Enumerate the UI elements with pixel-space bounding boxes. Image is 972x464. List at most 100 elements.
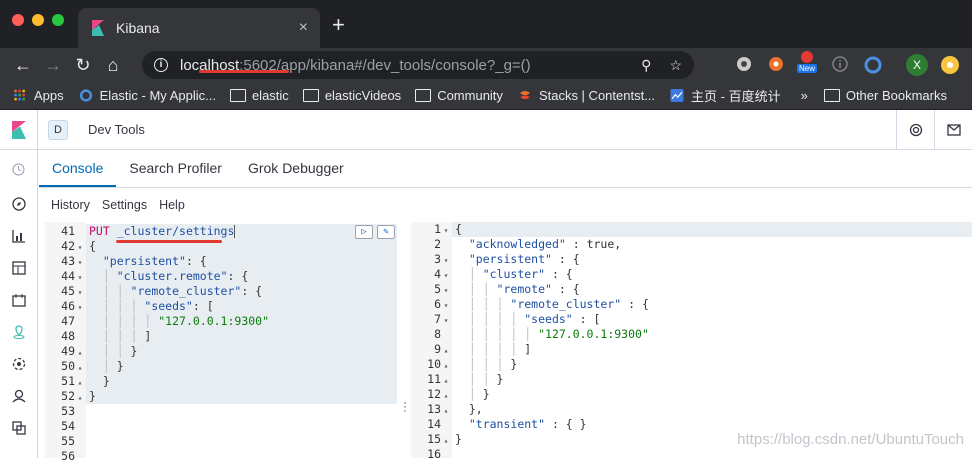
extension-ring-icon[interactable] bbox=[864, 56, 882, 74]
fold-toggle-icon[interactable]: ▴ bbox=[75, 360, 85, 375]
bookmark-star-icon[interactable]: ☆ bbox=[669, 57, 682, 74]
kibana-home-logo[interactable] bbox=[0, 109, 38, 150]
new-tab-button[interactable]: + bbox=[332, 12, 345, 38]
fold-toggle-icon[interactable]: ▾ bbox=[441, 298, 451, 313]
help-link[interactable]: Help bbox=[159, 198, 185, 212]
line-number: 41 bbox=[61, 224, 75, 238]
fold-toggle-icon[interactable]: ▴ bbox=[75, 390, 85, 405]
recently-viewed-clock-icon[interactable] bbox=[0, 150, 37, 188]
history-link[interactable]: History bbox=[51, 198, 90, 212]
code-token: "seeds" bbox=[144, 299, 193, 313]
code-token: : bbox=[565, 237, 587, 251]
extension-smiley-icon[interactable] bbox=[940, 55, 960, 75]
request-editor[interactable]: 41 PUT _cluster/settings 42 ▾{43 ▾ "persiste… bbox=[45, 222, 397, 463]
tab-close-icon[interactable]: × bbox=[299, 19, 308, 37]
fold-toggle-icon[interactable]: ▴ bbox=[441, 343, 451, 358]
line-number: 53 bbox=[61, 404, 75, 418]
back-arrow-icon[interactable]: ← bbox=[8, 55, 38, 76]
wrench-settings-icon[interactable]: ✎ bbox=[377, 225, 395, 239]
help-icon[interactable] bbox=[896, 110, 934, 150]
response-lines: 1 ▾{2 "acknowledged" : true, 3 ▾ "persisten… bbox=[411, 222, 972, 462]
extension-camera-icon[interactable] bbox=[736, 56, 752, 72]
fold-toggle-icon[interactable]: ▾ bbox=[75, 240, 85, 255]
extension-info-icon[interactable] bbox=[832, 56, 848, 72]
close-window-button[interactable] bbox=[12, 14, 24, 26]
fold-toggle-icon[interactable]: ▾ bbox=[441, 283, 451, 298]
code-text: │ "cluster" : { bbox=[451, 267, 573, 282]
settings-link[interactable]: Settings bbox=[102, 198, 147, 212]
extension-network-icon[interactable] bbox=[768, 56, 784, 72]
code-token: PUT bbox=[89, 224, 117, 238]
profile-avatar[interactable]: X bbox=[906, 54, 928, 76]
visualize-chart-icon[interactable] bbox=[0, 220, 37, 252]
code-text: { bbox=[451, 222, 462, 237]
forward-arrow-icon[interactable]: → bbox=[38, 55, 68, 76]
code-token: }, bbox=[455, 402, 483, 416]
discover-compass-icon[interactable] bbox=[0, 188, 37, 220]
fold-toggle-icon[interactable]: ▾ bbox=[75, 300, 85, 315]
stacks-logo-icon bbox=[520, 91, 530, 100]
zoom-search-icon[interactable]: ⚲ bbox=[641, 57, 651, 74]
fold-toggle-icon[interactable]: ▴ bbox=[75, 375, 85, 390]
code-text: │ │ } bbox=[451, 372, 504, 387]
code-text: │ │ │ │ │ "127.0.0.1:9300" bbox=[451, 327, 649, 342]
code-token: │ │ │ │ bbox=[455, 312, 525, 326]
code-token: │ │ bbox=[455, 372, 497, 386]
bookmarks-overflow-button[interactable]: » bbox=[801, 88, 808, 103]
code-token: "127.0.0.1:9300" bbox=[158, 314, 270, 328]
response-line: 13 ▴ }, bbox=[411, 402, 972, 417]
dashboard-icon[interactable] bbox=[0, 252, 37, 284]
browser-tab-kibana[interactable]: Kibana × bbox=[78, 8, 320, 48]
machine-learning-icon[interactable] bbox=[0, 348, 37, 380]
maps-icon[interactable] bbox=[0, 316, 37, 348]
infrastructure-icon[interactable] bbox=[0, 380, 37, 412]
bookmark-apps[interactable]: Apps bbox=[12, 88, 64, 103]
fold-toggle-icon[interactable]: ▴ bbox=[441, 358, 451, 373]
line-number: 46 bbox=[61, 299, 75, 313]
bookmark-elastic-my-applic[interactable]: Elastic - My Applic... bbox=[78, 88, 216, 103]
code-token: │ │ bbox=[455, 282, 497, 296]
site-info-icon[interactable]: i bbox=[154, 58, 168, 72]
address-bar[interactable]: i localhost:5602/app/kibana#/dev_tools/c… bbox=[142, 51, 694, 79]
reload-icon[interactable]: ↻ bbox=[68, 55, 98, 76]
code-token: │ │ │ │ │ bbox=[455, 327, 539, 341]
bookmark-other-bookmarks[interactable]: Other Bookmarks bbox=[823, 88, 947, 103]
tab-console[interactable]: Console bbox=[39, 150, 117, 187]
extension-new-icon[interactable]: New bbox=[797, 50, 818, 73]
fold-toggle-icon[interactable]: ▴ bbox=[441, 388, 451, 403]
fold-toggle-icon[interactable]: ▴ bbox=[441, 373, 451, 388]
maximize-window-button[interactable] bbox=[52, 14, 64, 26]
editor-resize-handle[interactable]: · · · bbox=[403, 396, 407, 416]
fold-toggle-icon[interactable]: ▴ bbox=[441, 433, 451, 448]
request-line: 41 PUT _cluster/settings bbox=[45, 224, 397, 239]
fold-toggle-icon[interactable]: ▾ bbox=[441, 268, 451, 283]
response-line: 9 ▴ │ │ │ │ ] bbox=[411, 342, 972, 357]
home-icon[interactable]: ⌂ bbox=[98, 55, 128, 76]
fold-toggle-icon[interactable]: ▾ bbox=[75, 255, 85, 270]
send-request-play-icon[interactable]: ▷ bbox=[355, 225, 373, 239]
canvas-icon[interactable] bbox=[0, 284, 37, 316]
request-line: 44 ▾ │ "cluster.remote": { bbox=[45, 269, 397, 284]
bookmark-elastic-folder[interactable]: elastic bbox=[229, 88, 289, 103]
tab-grok-debugger[interactable]: Grok Debugger bbox=[235, 150, 357, 187]
bookmark-stacks[interactable]: Stacks | Contentst... bbox=[517, 88, 655, 103]
code-token: ] bbox=[524, 342, 532, 356]
fold-toggle-icon[interactable]: ▾ bbox=[75, 270, 85, 285]
bookmark-elasticvideos-folder[interactable]: elasticVideos bbox=[302, 88, 401, 103]
bookmark-baidu-tongji[interactable]: 主页 - 百度统计 bbox=[669, 86, 781, 105]
minimize-window-button[interactable] bbox=[32, 14, 44, 26]
newsfeed-mail-icon[interactable] bbox=[934, 110, 972, 150]
fold-toggle-icon[interactable]: ▾ bbox=[441, 313, 451, 328]
fold-toggle-icon[interactable]: ▴ bbox=[75, 345, 85, 360]
line-number: 42 bbox=[61, 239, 75, 253]
code-token: , bbox=[614, 237, 622, 251]
fold-toggle-icon[interactable]: ▾ bbox=[441, 253, 451, 268]
bookmark-community-folder[interactable]: Community bbox=[415, 88, 503, 103]
tab-search-profiler[interactable]: Search Profiler bbox=[116, 150, 235, 187]
fold-toggle-icon[interactable]: ▾ bbox=[75, 285, 85, 300]
response-line: 10 ▴ │ │ │ } bbox=[411, 357, 972, 372]
fold-toggle-icon[interactable]: ▾ bbox=[441, 223, 451, 238]
logs-icon[interactable] bbox=[0, 412, 37, 444]
space-selector-avatar[interactable]: D bbox=[48, 119, 68, 140]
fold-toggle-icon[interactable]: ▴ bbox=[441, 403, 451, 418]
